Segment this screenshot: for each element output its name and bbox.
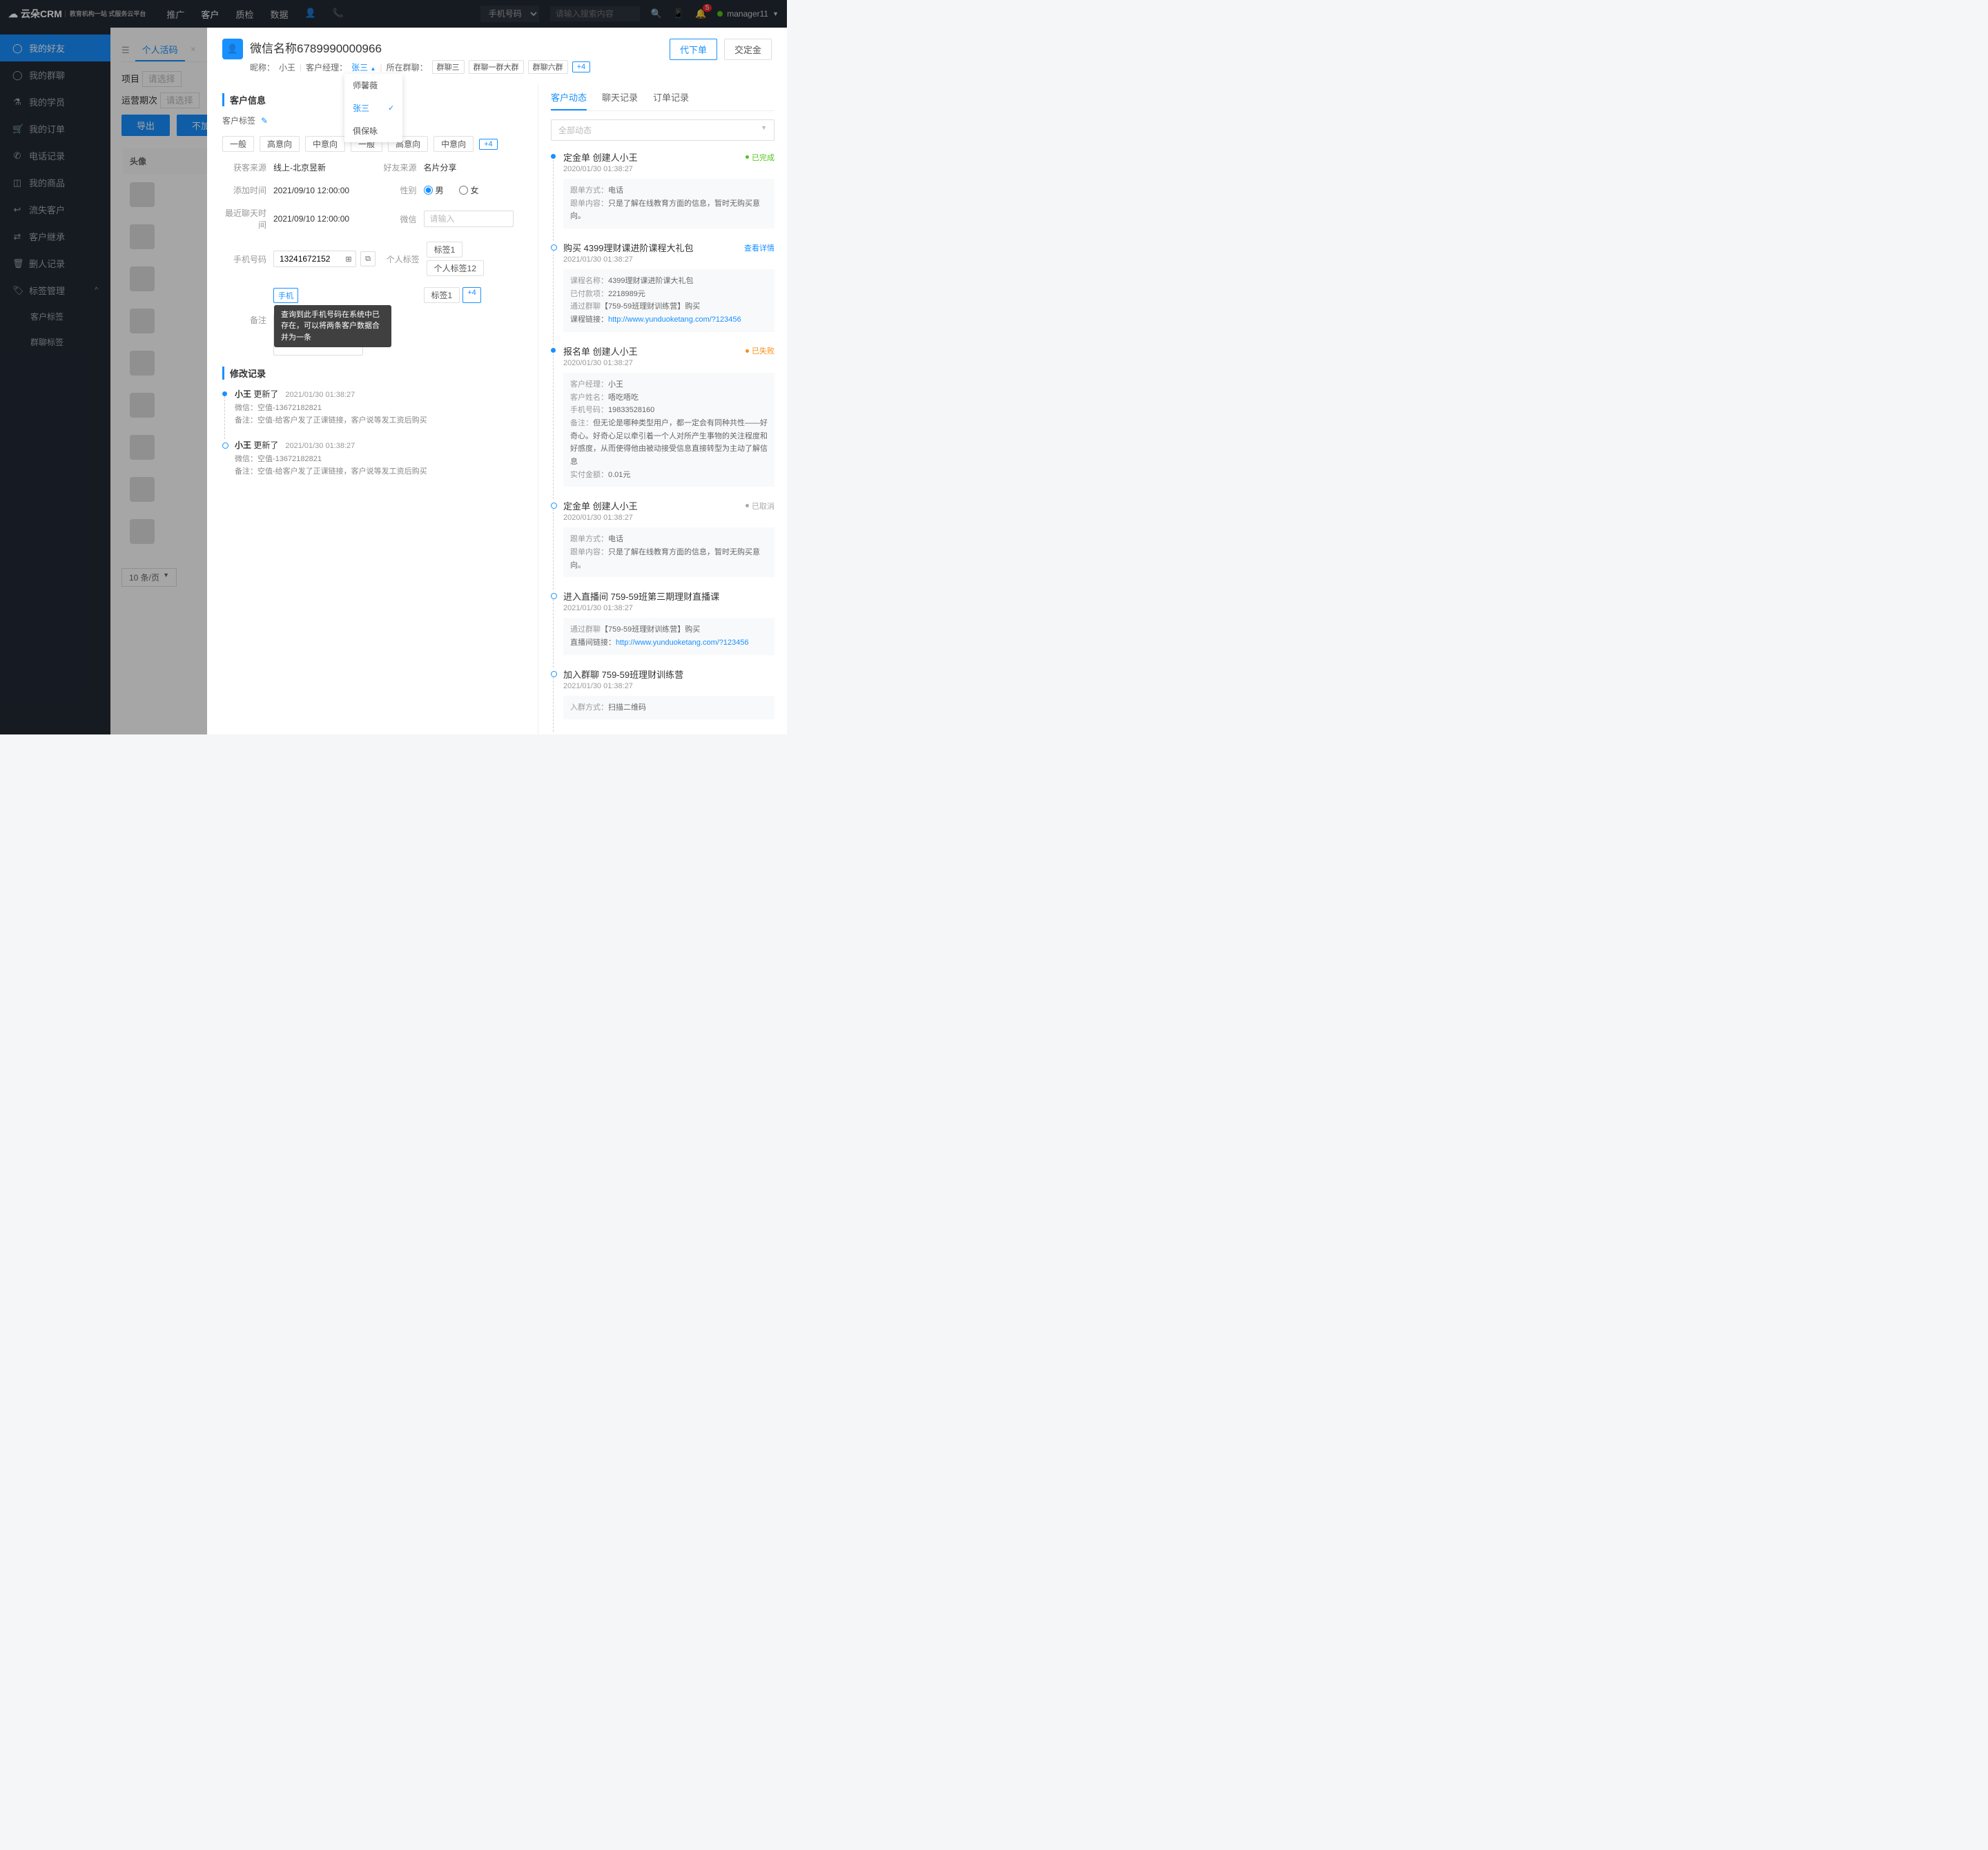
- change-item: 小王 更新了2021/01/30 01:38:27微信：空值-136721828…: [222, 439, 523, 478]
- source-value: 线上-北京昱新: [273, 162, 326, 173]
- view-detail-link[interactable]: 查看详情: [744, 242, 774, 253]
- timeline-item: 定金单 创建人小王已完成2020/01/30 01:38:27跟单方式：电话跟单…: [551, 150, 774, 228]
- nickname-value: 小王: [279, 61, 295, 73]
- phone-tooltip: 查询到此手机号码在系统中已存在，可以将两条客户数据合并为一条: [274, 305, 391, 348]
- group-tag[interactable]: 群聊三: [432, 60, 465, 74]
- dropdown-item[interactable]: 师馨薇: [344, 74, 402, 97]
- group-tag[interactable]: 群聊一群大群: [469, 60, 524, 74]
- manager-label: 客户经理：: [306, 61, 347, 73]
- timeline-item: 定金单 创建人小王已取消2020/01/30 01:38:27跟单方式：电话跟单…: [551, 499, 774, 577]
- remark-label: 备注: [222, 314, 266, 326]
- group-tag[interactable]: 群聊六群: [528, 60, 568, 74]
- manager-dropdown: 师馨薇 张三✓ 俱保咏: [344, 74, 402, 142]
- tags-label: 客户标签: [222, 115, 255, 126]
- source-label: 获客来源: [222, 162, 266, 173]
- last-chat-value: 2021/09/10 12:00:00: [273, 214, 349, 224]
- friend-source-value: 名片分享: [424, 162, 457, 173]
- timeline-item: 加入群聊 759-59班理财训练营2021/01/30 01:38:27入群方式…: [551, 668, 774, 720]
- tab-chat[interactable]: 聊天记录: [602, 85, 638, 110]
- check-icon: ✓: [388, 104, 394, 113]
- nickname-label: 昵称：: [250, 61, 275, 73]
- customer-tag[interactable]: 中意向: [433, 136, 474, 152]
- chevron-down-icon: ▼: [761, 124, 767, 136]
- tag-more[interactable]: +4: [479, 139, 498, 150]
- phone-link-chip[interactable]: 手机 查询到此手机号码在系统中已存在，可以将两条客户数据合并为一条: [273, 288, 298, 303]
- manager-select[interactable]: 张三 ▲ 师馨薇 张三✓ 俱保咏: [351, 61, 376, 73]
- phone-label: 手机号码: [222, 253, 266, 265]
- radio-male[interactable]: 男: [424, 184, 444, 196]
- personal-tag[interactable]: 标签1: [427, 242, 463, 257]
- phone-grid-icon[interactable]: ⊞: [341, 251, 356, 266]
- phone-copy-icon[interactable]: ⧉: [360, 251, 376, 266]
- customer-tag[interactable]: 高意向: [260, 136, 300, 152]
- personal-tag[interactable]: 个人标签12: [427, 260, 484, 276]
- timeline-item: 进入直播间 759-59班第三期理财直播课2021/01/30 01:38:27…: [551, 590, 774, 654]
- personal-tag-label: 个人标签: [376, 253, 420, 265]
- timeline-item: 报名单 创建人小王已失败2020/01/30 01:38:27客户经理：小王客户…: [551, 344, 774, 487]
- radio-female[interactable]: 女: [459, 184, 479, 196]
- section-changes: 修改记录: [222, 367, 523, 380]
- wechat-icon: 👤: [222, 39, 243, 59]
- place-order-button[interactable]: 代下单: [670, 39, 717, 60]
- customer-tag[interactable]: 中意向: [305, 136, 345, 152]
- timeline-item: 购买 4399理财课进阶课程大礼包查看详情2021/01/30 01:38:27…: [551, 241, 774, 332]
- customer-drawer: 👤 微信名称6789990000966 昵称：小王 | 客户经理： 张三 ▲ 师…: [207, 28, 787, 734]
- personal-tag[interactable]: 标签1: [424, 287, 460, 303]
- customer-tag[interactable]: 一般: [222, 136, 254, 152]
- activity-filter-select[interactable]: 全部动态▼: [551, 119, 774, 141]
- change-item: 小王 更新了2021/01/30 01:38:27微信：空值-136721828…: [222, 388, 523, 427]
- gender-label: 性别: [373, 184, 417, 196]
- wechat-input[interactable]: [424, 211, 514, 227]
- tab-orders[interactable]: 订单记录: [653, 85, 689, 110]
- group-label: 所在群聊：: [387, 61, 428, 73]
- add-time-value: 2021/09/10 12:00:00: [273, 186, 349, 195]
- deposit-button[interactable]: 交定金: [724, 39, 772, 60]
- tab-activity[interactable]: 客户动态: [551, 85, 587, 110]
- last-chat-label: 最近聊天时间: [222, 207, 266, 231]
- group-more[interactable]: +4: [572, 61, 591, 72]
- add-time-label: 添加时间: [222, 184, 266, 196]
- friend-source-label: 好友来源: [373, 162, 417, 173]
- dropdown-item[interactable]: 张三✓: [344, 97, 402, 119]
- drawer-title: 微信名称6789990000966: [250, 39, 590, 56]
- wechat-label: 微信: [373, 213, 417, 225]
- dropdown-item[interactable]: 俱保咏: [344, 119, 402, 142]
- personal-tag-more[interactable]: +4: [462, 287, 481, 303]
- edit-tags-icon[interactable]: ✎: [261, 116, 268, 126]
